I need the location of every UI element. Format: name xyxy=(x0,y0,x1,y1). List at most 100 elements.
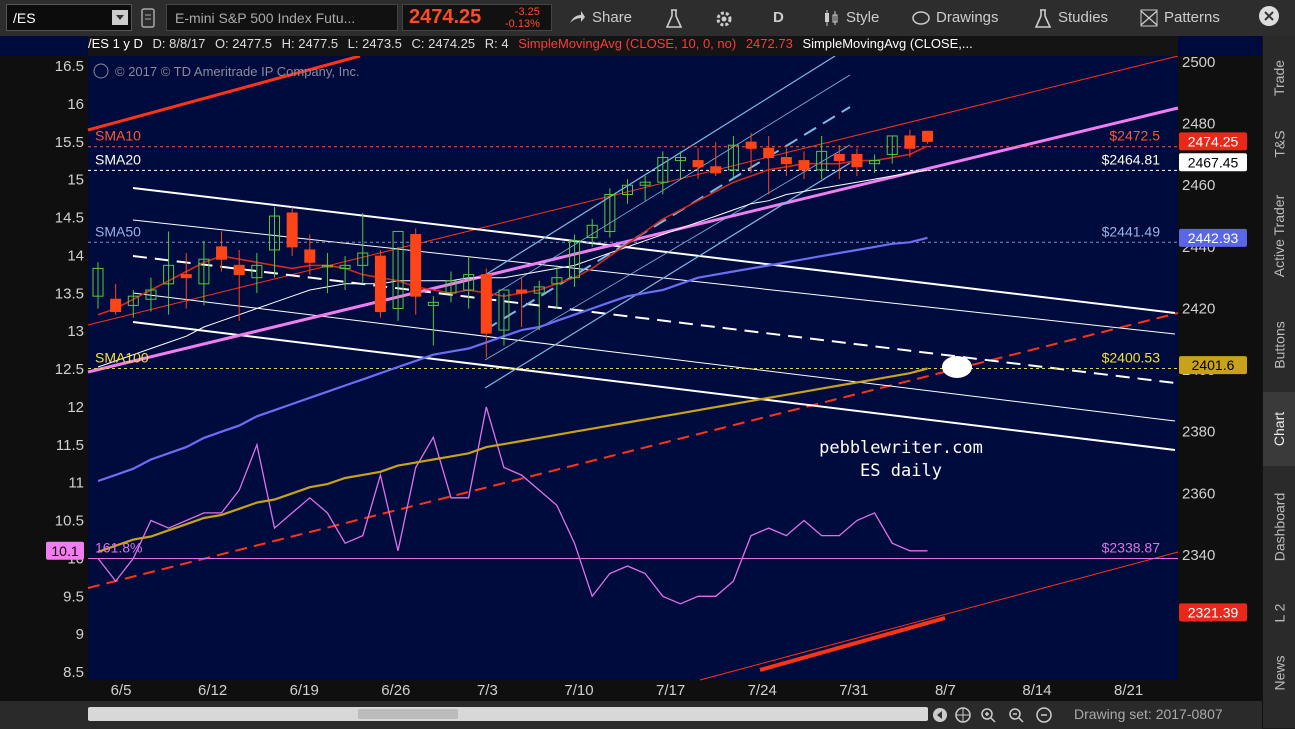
study2-name[interactable]: SimpleMovingAvg (CLOSE,... xyxy=(802,36,972,51)
info-icon xyxy=(93,63,109,79)
vix-tick-label: 16.5 xyxy=(55,58,84,75)
tab-label: T&S xyxy=(1271,130,1288,158)
tab-dashboard[interactable]: Dashboard xyxy=(1263,468,1295,586)
tab-buttons[interactable]: Buttons xyxy=(1263,300,1295,390)
white-channel-lower xyxy=(132,321,1176,451)
flask-button[interactable] xyxy=(665,4,689,31)
price-chart[interactable]: 8.599.51010.51111.51212.51313.51414.5151… xyxy=(0,36,1262,702)
candle-body xyxy=(374,255,386,313)
study1-name[interactable]: SimpleMovingAvg (CLOSE, 10, 0, no) xyxy=(518,36,736,51)
candle-body xyxy=(710,166,722,174)
fib-name-label: 161.8% xyxy=(95,539,142,555)
drawing-set-label[interactable]: Drawing set: 2017-0807 xyxy=(1074,706,1223,722)
vix-tick-label: 9.5 xyxy=(63,588,84,605)
candle-body xyxy=(833,153,845,162)
symbol-input[interactable]: /ES xyxy=(6,4,132,31)
date-axis-bg xyxy=(88,680,1178,702)
vix-tick-label: 14.5 xyxy=(55,210,84,227)
price-badge-label: 2442.93 xyxy=(1188,230,1239,246)
red-lower-line xyxy=(699,551,1179,681)
tab-label: Trade xyxy=(1271,59,1288,97)
style-label: Style xyxy=(846,9,880,26)
scrollbar-thumb[interactable] xyxy=(358,709,458,719)
candle-body xyxy=(516,289,528,294)
tab-ts[interactable]: T&S xyxy=(1263,116,1295,172)
chart-area[interactable]: 8.599.51010.51111.51212.51313.51414.5151… xyxy=(0,36,1262,702)
share-icon xyxy=(568,9,586,27)
candle-body xyxy=(798,160,810,171)
settings-button[interactable] xyxy=(714,4,738,31)
candle-body xyxy=(922,130,934,142)
aggregation-button[interactable]: D xyxy=(773,4,784,31)
price-badge-label: 2474.25 xyxy=(1188,133,1239,149)
copyright-text: © 2017 © TD Ameritrade IP Company, Inc. xyxy=(115,64,360,79)
patterns-label: Patterns xyxy=(1164,9,1220,26)
highlight-ellipse xyxy=(942,356,972,378)
reset-icon[interactable] xyxy=(955,707,971,723)
study-labels: SMA10 $2472.5 2474.25 SMA20 $2464.81 2467.45 S… xyxy=(46,128,1247,622)
flask-icon xyxy=(1034,8,1052,28)
vix-tick-label: 11.5 xyxy=(56,437,84,454)
price-tick-label: 2480 xyxy=(1182,116,1215,133)
header-low: L: 2473.5 xyxy=(347,36,402,51)
vix-tick-label: 8.5 xyxy=(63,664,84,681)
patterns-button[interactable]: Patterns xyxy=(1140,4,1220,31)
date-tick-label: 7/17 xyxy=(656,682,685,699)
studies-button[interactable]: Studies xyxy=(1034,4,1108,31)
date-tick-label: 6/19 xyxy=(290,682,319,699)
vix-tick-label: 9 xyxy=(76,626,84,643)
date-tick-label: 6/26 xyxy=(381,682,410,699)
chevron-down-icon[interactable] xyxy=(112,10,128,25)
sma-name-label: SMA10 xyxy=(95,128,141,144)
header-high: H: 2477.5 xyxy=(281,36,339,51)
candle-body xyxy=(480,274,492,334)
scroll-left-icon[interactable] xyxy=(932,707,948,723)
drawings-button[interactable]: Drawings xyxy=(912,4,999,31)
time-scrollbar[interactable] xyxy=(88,707,928,721)
date-tick-label: 7/3 xyxy=(477,682,498,699)
tab-chart[interactable]: Chart xyxy=(1263,392,1295,466)
price-tick-label: 2420 xyxy=(1182,300,1215,317)
vix-tick-label: 15.5 xyxy=(55,134,84,151)
last-price-box: 2474.25 -3.25 -0.13% xyxy=(402,4,552,31)
flask-icon xyxy=(665,8,683,28)
tab-level2[interactable]: L 2 xyxy=(1263,588,1295,638)
toolbar: /ES E-mini S&P 500 Index Futu... 2474.25… xyxy=(0,0,1295,37)
tab-label: Chart xyxy=(1271,411,1288,447)
candle-body xyxy=(780,157,792,165)
sma-price-label: $2441.49 xyxy=(1102,223,1161,239)
tab-active-trader[interactable]: Active Trader xyxy=(1263,174,1295,298)
tab-news[interactable]: News xyxy=(1263,640,1295,706)
price-tick-label: 2340 xyxy=(1182,547,1215,564)
price-badge-label: 2321.39 xyxy=(1188,604,1239,620)
gear-icon xyxy=(714,9,732,27)
close-button[interactable] xyxy=(1258,4,1280,31)
candle-body xyxy=(304,249,316,263)
drawings-label: Drawings xyxy=(936,9,999,26)
candle-body xyxy=(286,212,298,248)
tab-label: Active Trader xyxy=(1271,194,1288,278)
candles-icon xyxy=(822,9,840,27)
price-change: -3.25 -0.13% xyxy=(505,6,540,30)
style-button[interactable]: Style xyxy=(822,4,879,31)
expand-icon[interactable] xyxy=(1036,707,1052,723)
right-sidebar: Trade T&S Active Trader Buttons Chart Da… xyxy=(1262,36,1295,728)
link-icon[interactable] xyxy=(139,4,159,31)
zoom-in-icon[interactable] xyxy=(980,707,996,723)
watermark-line2: ES daily xyxy=(860,461,942,481)
date-tick-label: 6/12 xyxy=(198,682,227,699)
chart-header: /ES 1 y D D: 8/8/17 O: 2477.5 H: 2477.5 … xyxy=(88,36,1178,56)
zoom-out-icon[interactable] xyxy=(1008,707,1024,723)
watermark-line1: pebblewriter.com xyxy=(819,438,983,458)
share-button[interactable]: Share xyxy=(568,4,632,31)
vix-tick-label: 14 xyxy=(67,247,84,264)
candles xyxy=(92,129,934,358)
vix-tick-label: 10.5 xyxy=(55,513,84,530)
tab-trade[interactable]: Trade xyxy=(1263,42,1295,114)
symbol-text: /ES xyxy=(13,9,36,26)
price-tick-label: 2500 xyxy=(1182,54,1215,71)
vix-tick-label: 15 xyxy=(67,172,84,189)
studies-label: Studies xyxy=(1058,9,1109,26)
price-tick-label: 2380 xyxy=(1182,424,1215,441)
candle-body xyxy=(180,274,192,279)
